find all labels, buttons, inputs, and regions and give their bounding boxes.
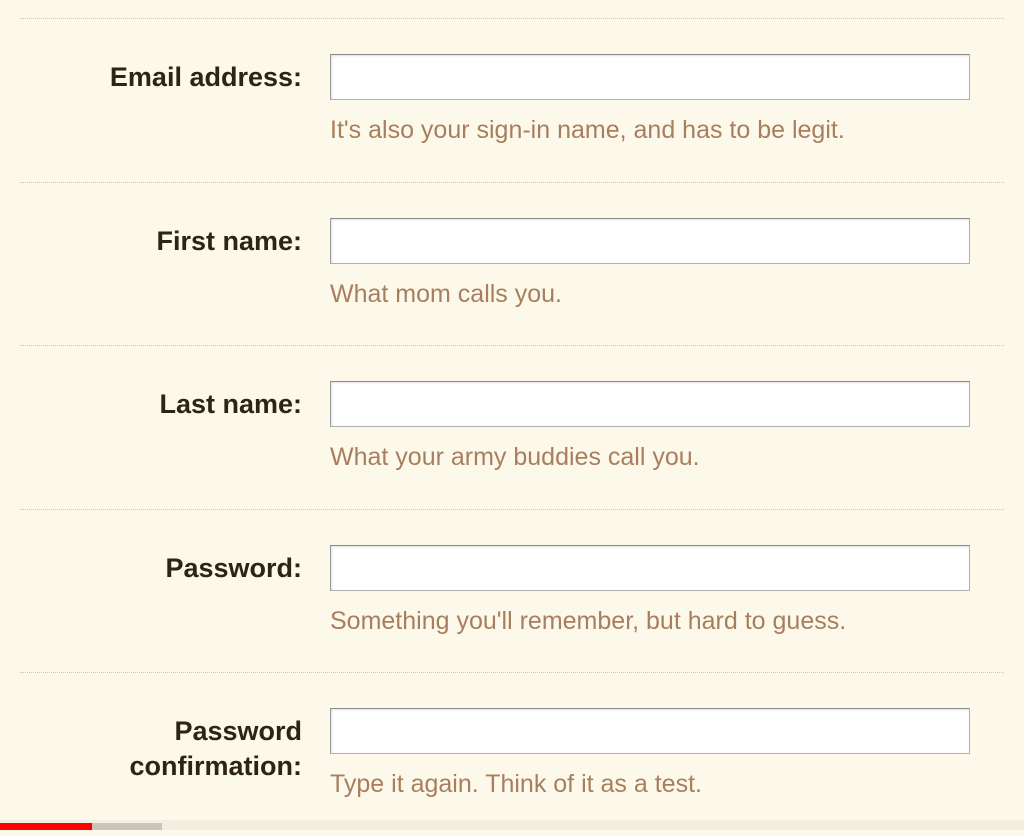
video-progress-played [0, 823, 92, 830]
signup-form: Email address: It's also your sign-in na… [0, 18, 1024, 836]
first-name-input[interactable] [330, 218, 970, 264]
input-col: What mom calls you. [330, 218, 1004, 311]
password-confirmation-helper: Type it again. Think of it as a test. [330, 768, 984, 801]
video-progress-buffered [92, 823, 162, 830]
label-col: Password: [20, 545, 330, 586]
password-confirmation-input[interactable] [330, 708, 970, 754]
first-name-label: First name: [156, 226, 302, 256]
last-name-row: Last name: What your army buddies call y… [20, 346, 1004, 510]
label-col: First name: [20, 218, 330, 259]
email-helper: It's also your sign-in name, and has to … [330, 114, 984, 147]
password-confirmation-label: Password confirmation: [130, 716, 303, 781]
password-helper: Something you'll remember, but hard to g… [330, 605, 984, 638]
video-progress-bar[interactable] [0, 820, 1024, 830]
last-name-label: Last name: [159, 389, 302, 419]
password-confirmation-row: Password confirmation: Type it again. Th… [20, 673, 1004, 836]
label-col: Email address: [20, 54, 330, 95]
input-col: What your army buddies call you. [330, 381, 1004, 474]
last-name-input[interactable] [330, 381, 970, 427]
label-col: Last name: [20, 381, 330, 422]
first-name-row: First name: What mom calls you. [20, 183, 1004, 347]
label-col: Password confirmation: [20, 708, 330, 784]
email-input[interactable] [330, 54, 970, 100]
email-label: Email address: [110, 62, 302, 92]
first-name-helper: What mom calls you. [330, 278, 984, 311]
password-label: Password: [165, 553, 302, 583]
email-row: Email address: It's also your sign-in na… [20, 18, 1004, 183]
last-name-helper: What your army buddies call you. [330, 441, 984, 474]
password-row: Password: Something you'll remember, but… [20, 510, 1004, 674]
input-col: Type it again. Think of it as a test. [330, 708, 1004, 801]
input-col: Something you'll remember, but hard to g… [330, 545, 1004, 638]
password-input[interactable] [330, 545, 970, 591]
input-col: It's also your sign-in name, and has to … [330, 54, 1004, 147]
